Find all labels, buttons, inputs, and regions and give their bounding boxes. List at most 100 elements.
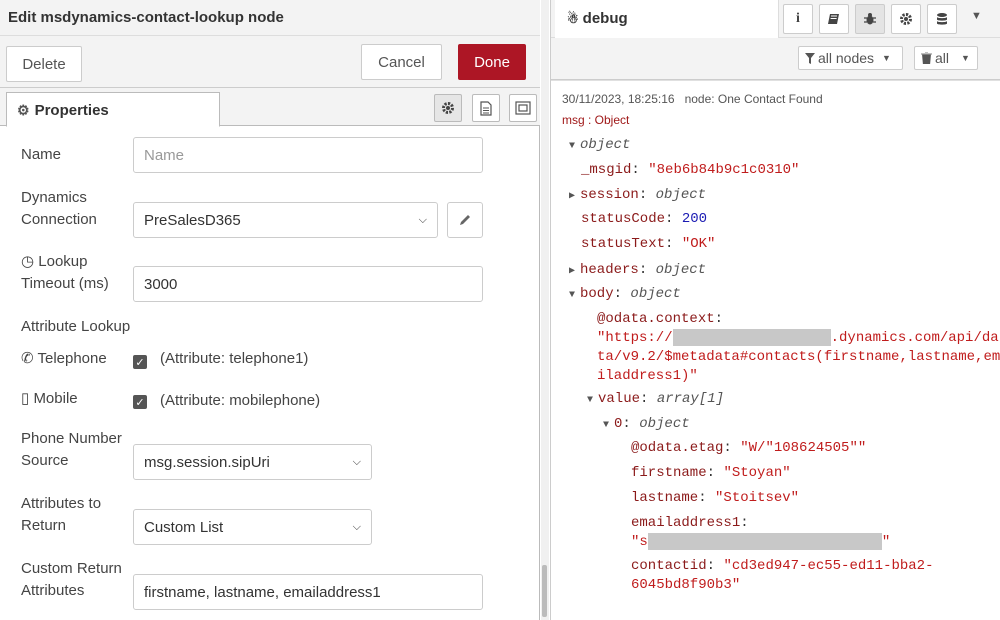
app-root: Edit msdynamics-contact-lookup node Dele… xyxy=(0,0,1000,620)
contactid-value-line2: 6045bd8f90b3" xyxy=(631,577,741,593)
session-type: object xyxy=(655,187,707,203)
timeout-label-line2: Timeout (ms) xyxy=(21,275,109,292)
caret-down-icon[interactable]: ▼ xyxy=(971,10,982,22)
connection-value: PreSalesD365 xyxy=(144,211,241,229)
value-type: array[1] xyxy=(656,391,725,407)
database-icon[interactable] xyxy=(927,4,957,34)
email-value-start: "s xyxy=(631,534,648,551)
tree-odata-context: @odata.context: xyxy=(597,311,724,327)
email-key: emailaddress1 xyxy=(631,515,741,531)
odata-context-key: @odata.context xyxy=(597,311,715,327)
caret-right-icon: ▶ xyxy=(569,266,576,277)
firstname-key: firstname xyxy=(631,465,707,481)
cancel-button[interactable]: Cancel xyxy=(361,44,442,80)
debug-tab-label: debug xyxy=(582,10,628,27)
session-key: session xyxy=(580,187,639,203)
statustext-value: "OK" xyxy=(681,236,716,252)
phone-icon: ✆ xyxy=(21,350,34,367)
statuscode-key: statusCode xyxy=(581,211,666,227)
caret-down-icon: ▼ xyxy=(569,290,576,301)
sidebar-header: ☃ debug i ▼ xyxy=(551,0,1000,38)
timeout-input[interactable]: 3000 xyxy=(133,266,483,302)
bug-icon[interactable] xyxy=(855,4,885,34)
bug-icon: ☃ xyxy=(567,11,579,26)
tree-body[interactable]: ▼ body: object xyxy=(569,285,681,305)
mobile-attribute-text: (Attribute: mobilephone) xyxy=(160,392,321,409)
phone-source-select[interactable]: msg.session.sipUri ⌵ xyxy=(133,444,372,480)
mobile-label: ▯ Mobile xyxy=(21,388,78,410)
name-placeholder: Name xyxy=(144,146,185,164)
contactid-value-line1: "cd3ed947-ec55-ed11-bba2- xyxy=(723,558,934,574)
tree-headers[interactable]: ▶ headers: object xyxy=(569,261,706,281)
connection-label-line1: Dynamics xyxy=(21,189,87,206)
timeout-value: 3000 xyxy=(144,275,178,293)
odata-url-line3: iladdress1)" xyxy=(597,368,698,384)
email-value-end: " xyxy=(881,534,891,551)
mobile-checkbox[interactable]: ✓ xyxy=(133,395,147,409)
odata-url-end: .dynamics.com/api/da xyxy=(830,330,999,347)
mobile-label-text: Mobile xyxy=(33,390,78,407)
lastname-value: "Stoitsev" xyxy=(715,490,800,506)
root-type: object xyxy=(580,137,631,153)
pencil-icon xyxy=(460,215,470,225)
phone-source-label-line1: Phone Number xyxy=(21,430,122,447)
book-icon[interactable] xyxy=(819,4,849,34)
headers-key: headers xyxy=(580,262,639,278)
etag-value: "W/"108624505"" xyxy=(740,440,867,456)
debug-sidebar: ☃ debug i ▼ all nodes ▼ all ▼ 30/11/2023… xyxy=(550,0,1000,620)
caret-down-icon: ▼ xyxy=(587,395,594,406)
edit-connection-button[interactable] xyxy=(447,202,483,238)
message-type[interactable]: msg : Object xyxy=(562,113,629,127)
tree-index0[interactable]: ▼ 0: object xyxy=(603,415,690,435)
tab-properties[interactable]: ⚙ Properties xyxy=(6,92,220,127)
tree-session[interactable]: ▶ session: object xyxy=(569,186,706,206)
etag-key: @odata.etag xyxy=(631,440,724,456)
filter-nodes-label: all nodes xyxy=(818,50,875,66)
info-icon[interactable]: i xyxy=(783,4,813,34)
connection-select[interactable]: PreSalesD365 ⌵ xyxy=(133,202,438,238)
lastname-key: lastname xyxy=(631,490,699,506)
tree-statuscode: statusCode: 200 xyxy=(581,211,708,227)
properties-gear-icon[interactable] xyxy=(434,94,462,122)
telephone-checkbox[interactable]: ✓ xyxy=(133,355,147,369)
editor-title: Edit msdynamics-contact-lookup node xyxy=(8,9,284,26)
chevron-down-icon: ▼ xyxy=(961,53,970,63)
editor-button-bar: Delete Cancel Done xyxy=(0,36,540,88)
filter-nodes-button[interactable]: all nodes ▼ xyxy=(798,46,903,70)
tree-contactid: contactid: "cd3ed947-ec55-ed11-bba2- xyxy=(631,558,934,574)
description-icon[interactable] xyxy=(472,94,500,122)
debug-filter-bar: all nodes ▼ all ▼ xyxy=(551,38,1000,80)
caret-right-icon: ▶ xyxy=(569,191,576,202)
editor-scrollbar-thumb[interactable] xyxy=(542,565,547,617)
delete-button[interactable]: Delete xyxy=(6,46,82,82)
timeout-label-line1-text: Lookup xyxy=(38,253,88,270)
tree-root[interactable]: ▼ object xyxy=(569,136,630,156)
message-timestamp: 30/11/2023, 18:25:16 xyxy=(562,92,675,106)
custom-attributes-input[interactable]: firstname, lastname, emailaddress1 xyxy=(133,574,483,610)
appearance-icon[interactable] xyxy=(509,94,537,122)
done-button[interactable]: Done xyxy=(458,44,526,80)
name-input[interactable]: Name xyxy=(133,137,483,173)
gear-icon[interactable] xyxy=(891,4,921,34)
telephone-attribute-text: (Attribute: telephone1) xyxy=(160,350,309,367)
attribute-lookup-label: Attribute Lookup xyxy=(21,318,131,335)
tab-debug[interactable]: ☃ debug xyxy=(555,0,779,38)
attributes-return-select[interactable]: Custom List ⌵ xyxy=(133,509,372,545)
body-key: body xyxy=(580,286,614,302)
tree-odata-line1: "https:// .dynamics.com/api/da xyxy=(597,329,999,348)
timeout-label-line1: ◷ Lookup xyxy=(21,251,87,273)
editor-scrollbar[interactable] xyxy=(541,0,549,620)
value-key: value xyxy=(598,391,641,407)
tab-properties-label: Properties xyxy=(34,102,109,119)
tree-email: emailaddress1: xyxy=(631,515,749,531)
tree-value[interactable]: ▼ value: array[1] xyxy=(587,390,724,410)
chevron-down-icon: ▼ xyxy=(882,53,891,63)
msgid-value: "8eb6b84b9c1c0310" xyxy=(648,162,800,178)
clear-all-button[interactable]: all ▼ xyxy=(914,46,978,70)
index0-type: object xyxy=(639,416,690,432)
tree-firstname: firstname: "Stoyan" xyxy=(631,465,791,481)
headers-type: object xyxy=(655,262,707,278)
node-edit-panel: Edit msdynamics-contact-lookup node Dele… xyxy=(0,0,540,620)
filter-icon xyxy=(805,52,815,64)
chevron-down-icon: ⌵ xyxy=(352,455,361,468)
